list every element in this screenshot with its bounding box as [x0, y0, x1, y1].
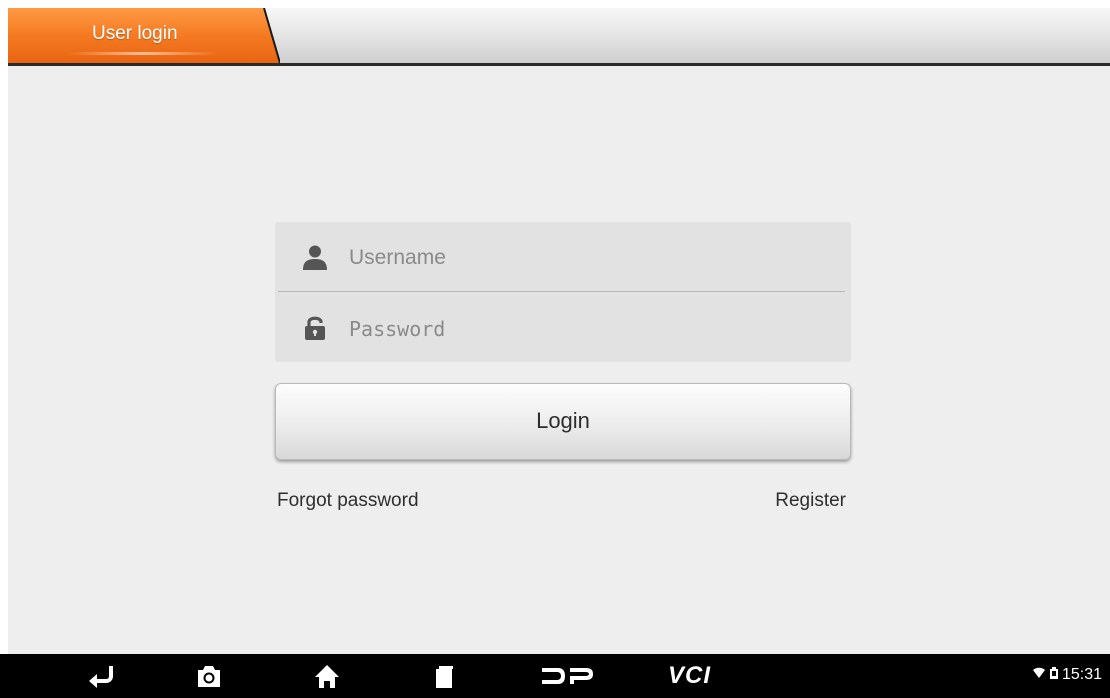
home-icon — [315, 665, 339, 688]
forgot-password-link[interactable]: Forgot password — [277, 490, 419, 512]
username-field[interactable]: Username — [275, 222, 851, 292]
home-button[interactable] — [314, 654, 340, 698]
username-input[interactable]: Username — [349, 246, 446, 270]
back-button[interactable] — [86, 654, 116, 698]
lock-icon — [302, 314, 328, 340]
battery-icon — [1049, 666, 1058, 684]
status-area: 15:31 — [1033, 666, 1102, 684]
password-field[interactable]: Password — [275, 292, 851, 362]
register-link[interactable]: Register — [775, 490, 846, 512]
recent-apps-button[interactable] — [432, 654, 456, 698]
dp-button[interactable] — [540, 654, 596, 698]
password-input[interactable]: Password — [349, 317, 445, 341]
back-icon — [89, 666, 113, 688]
credentials-box: Username Password — [275, 222, 851, 362]
camera-icon — [198, 666, 220, 687]
clock: 15:31 — [1061, 666, 1102, 684]
tab-user-login[interactable]: User login — [8, 8, 280, 63]
screenshot-button[interactable] — [196, 654, 222, 698]
user-icon — [302, 244, 328, 270]
vci-button[interactable]: VCI — [668, 662, 711, 690]
dp-icon — [542, 668, 593, 684]
system-navigation-bar: VCI 15:31 — [0, 654, 1110, 698]
login-panel: Username Password Login Forgot password … — [8, 66, 1110, 654]
tab-label: User login — [92, 23, 178, 44]
wifi-icon — [1033, 666, 1046, 684]
recent-apps-icon — [436, 666, 453, 688]
login-button[interactable]: Login — [275, 383, 851, 460]
tab-bar: User login — [8, 8, 1110, 66]
login-button-label: Login — [536, 408, 590, 433]
